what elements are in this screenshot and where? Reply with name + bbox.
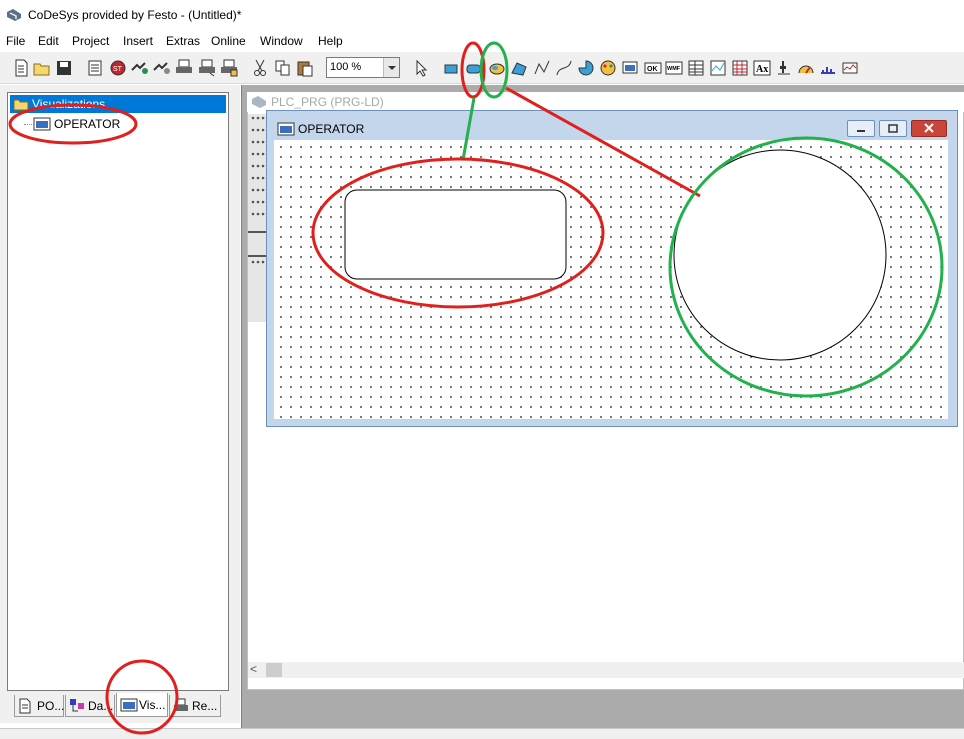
print3-icon[interactable] (218, 57, 238, 78)
scrollbar-icon[interactable] (773, 57, 793, 78)
tree-item-label: OPERATOR (54, 117, 121, 131)
select-icon[interactable] (410, 57, 430, 78)
data-types-icon (69, 698, 85, 717)
cut-icon[interactable] (249, 57, 269, 78)
tab-label: PO... (37, 699, 65, 713)
tab-label: Re... (192, 699, 218, 713)
operator-window-title: OPERATOR (298, 122, 365, 136)
new-icon[interactable] (10, 57, 30, 78)
visualization-icon (33, 116, 51, 135)
open-icon[interactable] (31, 57, 51, 78)
menu-bar: File Edit Project Insert Extras Online W… (0, 30, 964, 52)
tab-label: Da... (88, 699, 114, 713)
folder-icon (13, 97, 29, 114)
rectangle-icon[interactable] (441, 57, 461, 78)
tab-visualizations[interactable]: Vis... (116, 693, 168, 717)
rounded-rectangle-icon[interactable] (463, 57, 483, 78)
bitmap-icon[interactable] (597, 57, 617, 78)
ellipse-element (673, 149, 887, 361)
status-bar (0, 728, 964, 739)
print2-icon[interactable] (196, 57, 216, 78)
scrollbar-thumb[interactable] (266, 663, 282, 677)
activex-icon[interactable]: Ax (751, 57, 771, 78)
wmf-icon[interactable]: WMF (663, 57, 683, 78)
resources-icon (173, 698, 189, 717)
document-icon (18, 698, 32, 717)
meter-icon[interactable] (795, 57, 815, 78)
tab-data-types[interactable]: Da... (65, 695, 115, 717)
table-icon[interactable] (685, 57, 705, 78)
visualization-canvas[interactable] (274, 140, 948, 419)
visualization-icon (120, 697, 138, 716)
menu-extras[interactable]: Extras (166, 34, 200, 48)
app-icon (251, 95, 267, 112)
menu-edit[interactable]: Edit (38, 34, 59, 48)
menu-online[interactable]: Online (211, 34, 246, 48)
maximize-button[interactable] (879, 120, 907, 137)
menu-window[interactable]: Window (260, 34, 303, 48)
save-icon[interactable] (53, 57, 73, 78)
visualization-icon[interactable] (619, 57, 639, 78)
menu-file[interactable]: File (6, 34, 25, 48)
tab-resources[interactable]: Re... (169, 695, 221, 717)
zoom-select[interactable]: 100 % (326, 57, 400, 78)
svg-text:ST: ST (113, 66, 123, 73)
tree-connector (24, 124, 32, 125)
visualization-icon (277, 121, 295, 140)
button-icon[interactable]: OK (642, 57, 662, 78)
app-title: CoDeSys provided by Festo - (Untitled)* (28, 8, 242, 22)
ellipse-icon[interactable] (486, 57, 506, 78)
rounded-rectangle-element (344, 189, 567, 280)
zoom-value: 100 % (330, 61, 362, 73)
curve-icon[interactable] (553, 57, 573, 78)
tree-item-label: Visualizations (32, 97, 106, 111)
plc-prg-title-bar[interactable]: PLC_PRG (PRG-LD) (247, 92, 964, 112)
plc-prg-title: PLC_PRG (PRG-LD) (271, 95, 384, 109)
paste-icon[interactable] (294, 57, 314, 78)
svg-text:WMF: WMF (667, 66, 681, 72)
minimize-button[interactable] (847, 120, 875, 137)
build-icon[interactable] (84, 57, 104, 78)
print-icon[interactable] (173, 57, 193, 78)
tab-pous[interactable]: PO... (14, 695, 64, 717)
tree-item-visualizations[interactable]: Visualizations (10, 95, 226, 113)
stop-icon[interactable]: ST (107, 57, 127, 78)
login-icon[interactable] (129, 57, 149, 78)
chevron-left-icon[interactable]: < (250, 662, 257, 676)
app-icon (6, 8, 22, 22)
chevron-down-icon[interactable] (383, 58, 399, 77)
histogram-icon[interactable] (839, 57, 859, 78)
menu-insert[interactable]: Insert (123, 34, 153, 48)
tab-label: Vis... (139, 698, 166, 712)
alarm-table-icon[interactable] (729, 57, 749, 78)
horizontal-scrollbar[interactable]: < (248, 662, 964, 678)
toolbar: ST 100 % OK WMF Ax (0, 52, 964, 84)
polygon-icon[interactable] (508, 57, 528, 78)
window-title-bar: CoDeSys provided by Festo - (Untitled)* (0, 0, 964, 30)
bar-display-icon[interactable] (817, 57, 837, 78)
menu-project[interactable]: Project (72, 34, 109, 48)
svg-text:OK: OK (647, 66, 658, 73)
menu-help[interactable]: Help (318, 34, 343, 48)
logout-icon[interactable] (151, 57, 171, 78)
visualization-tree: Visualizations OPERATOR (7, 92, 229, 691)
polyline-icon[interactable] (531, 57, 551, 78)
svg-text:Ax: Ax (756, 64, 768, 75)
close-button[interactable] (911, 120, 947, 137)
trend-icon[interactable] (707, 57, 727, 78)
copy-icon[interactable] (272, 57, 292, 78)
pie-icon[interactable] (575, 57, 595, 78)
